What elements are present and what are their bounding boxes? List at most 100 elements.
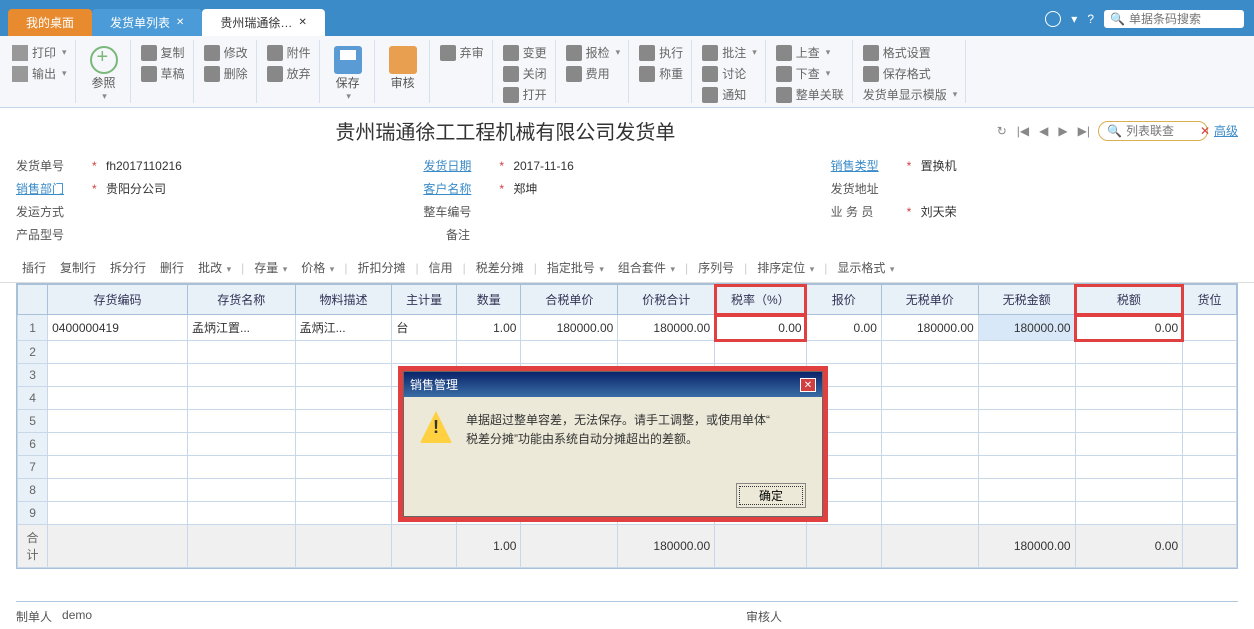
refresh-icon[interactable]: ↻ — [995, 122, 1009, 140]
batch-edit-button[interactable]: 批改 — [192, 257, 237, 278]
col-rate[interactable]: 税率（%） — [715, 285, 806, 315]
cust-label[interactable]: 客户名称 — [423, 180, 493, 197]
advanced-link[interactable]: 高级 — [1214, 122, 1238, 139]
up-button[interactable]: 上查 — [772, 42, 848, 63]
dialog-ok-button[interactable]: 确定 — [736, 483, 806, 508]
draft-button[interactable]: 草稿 — [137, 63, 189, 84]
last-icon[interactable]: ▶| — [1076, 122, 1092, 140]
table-row[interactable]: 2 — [18, 341, 1237, 364]
col-loc[interactable]: 货位 — [1183, 285, 1237, 315]
serial-button[interactable]: 序列号 — [692, 257, 740, 278]
col-quote[interactable]: 报价 — [806, 285, 881, 315]
col-tax[interactable]: 税额 — [1075, 285, 1183, 315]
cust-value[interactable]: 郑坤 — [513, 180, 537, 197]
exec-button[interactable]: 执行 — [635, 42, 687, 63]
reference-button[interactable]: 参照 — [82, 42, 126, 106]
ship-label: 发运方式 — [16, 203, 86, 220]
tax-diff-button[interactable]: 税差分摊 — [470, 257, 530, 278]
tab-list[interactable]: 发货单列表✕ — [92, 9, 202, 36]
ribbon-toolbar: 打印 输出 参照 复制 草稿 修改 删除 附件 放弃 保存 审核 弃审 变更 关… — [0, 36, 1254, 108]
open-button[interactable]: 打开 — [499, 84, 551, 105]
change-button[interactable]: 变更 — [499, 42, 551, 63]
auditor-label: 审核人 — [746, 608, 782, 625]
save-button[interactable]: 保存 — [326, 42, 370, 106]
search-icon: 🔍 — [1110, 12, 1125, 26]
next-icon[interactable]: ▶ — [1056, 122, 1069, 140]
credit-button[interactable]: 信用 — [423, 257, 459, 278]
close-button[interactable]: 关闭 — [499, 63, 551, 84]
approve-button[interactable]: 批注 — [698, 42, 761, 63]
barcode-search-input[interactable] — [1129, 12, 1229, 26]
remark-label: 备注 — [446, 226, 516, 243]
close-icon[interactable]: ✕ — [298, 17, 306, 28]
prod-label: 产品型号 — [16, 226, 86, 243]
tab-current[interactable]: 贵州瑞通徐…✕ — [202, 9, 324, 36]
veh-label: 整车编号 — [423, 203, 493, 220]
notify-button[interactable]: 通知 — [698, 84, 761, 105]
close-all-button[interactable]: 整单关联 — [772, 84, 848, 105]
table-row[interactable]: 1 0400000419 孟炳江置... 孟炳江... 台 1.00 18000… — [18, 315, 1237, 341]
dialog-close-button[interactable]: ✕ — [800, 378, 816, 392]
weigh-button[interactable]: 称重 — [635, 63, 687, 84]
deaudit-button[interactable]: 弃审 — [436, 42, 488, 63]
batch-no-button[interactable]: 指定批号 — [541, 257, 610, 278]
sale-type-label[interactable]: 销售类型 — [831, 157, 901, 174]
discuss-button[interactable]: 讨论 — [698, 63, 761, 84]
close-icon[interactable]: ✕ — [176, 17, 184, 28]
sort-button[interactable]: 排序定位 — [751, 257, 820, 278]
table-toolbar: 插行 复制行 拆分行 删行 批改 | 存量 价格 | 折扣分摊 | 信用 | 税… — [0, 253, 1254, 283]
output-button[interactable]: 输出 — [8, 63, 71, 84]
help-icon[interactable]: ? — [1087, 12, 1094, 26]
split-row-button[interactable]: 拆分行 — [104, 257, 152, 278]
modal-highlight: 销售管理 ✕ 单据超过整单容差，无法保存。请手工调整，或使用单体“ 税差分摊”功… — [398, 366, 828, 522]
smile-icon[interactable] — [1045, 11, 1061, 27]
audit-button[interactable]: 审核 — [381, 42, 425, 95]
dropdown-icon[interactable]: ▾ — [1071, 12, 1077, 26]
col-code[interactable]: 存货编码 — [48, 285, 188, 315]
attach-button[interactable]: 附件 — [263, 42, 315, 63]
tab-desktop[interactable]: 我的桌面 — [8, 9, 92, 36]
clear-icon[interactable]: ✕ — [1200, 124, 1210, 138]
delete-button[interactable]: 删除 — [200, 63, 252, 84]
fee-button[interactable]: 费用 — [562, 63, 625, 84]
doc-no-value[interactable]: fh2017110216 — [106, 159, 182, 173]
col-amount[interactable]: 无税金额 — [978, 285, 1075, 315]
insert-row-button[interactable]: 插行 — [16, 257, 52, 278]
sale-type-value[interactable]: 置换机 — [921, 157, 957, 174]
list-search[interactable]: 🔍 ✕ — [1098, 121, 1208, 141]
barcode-search[interactable]: 🔍 — [1104, 10, 1244, 28]
date-label[interactable]: 发货日期 — [423, 157, 493, 174]
col-name[interactable]: 存货名称 — [187, 285, 295, 315]
stock-button[interactable]: 存量 — [248, 257, 293, 278]
copy-row-button[interactable]: 复制行 — [54, 257, 102, 278]
col-desc[interactable]: 物料描述 — [295, 285, 392, 315]
format-button[interactable]: 格式设置 — [859, 42, 962, 63]
dept-label[interactable]: 销售部门 — [16, 180, 86, 197]
col-price[interactable]: 无税单价 — [881, 285, 978, 315]
first-icon[interactable]: |◀ — [1015, 122, 1031, 140]
sales-value[interactable]: 刘天荣 — [921, 203, 957, 220]
recheck-button[interactable]: 报检 — [562, 42, 625, 63]
print-button[interactable]: 打印 — [8, 42, 71, 63]
price-button[interactable]: 价格 — [295, 257, 340, 278]
save-format-button[interactable]: 保存格式 — [859, 63, 962, 84]
delete-row-button[interactable]: 删行 — [154, 257, 190, 278]
dept-value[interactable]: 贵阳分公司 — [106, 180, 166, 197]
discount-button[interactable]: 折扣分摊 — [351, 257, 411, 278]
down-button[interactable]: 下查 — [772, 63, 848, 84]
warning-icon — [420, 411, 452, 443]
copy-button[interactable]: 复制 — [137, 42, 189, 63]
error-dialog: 销售管理 ✕ 单据超过整单容差，无法保存。请手工调整，或使用单体“ 税差分摊”功… — [403, 371, 823, 517]
abandon-button[interactable]: 放弃 — [263, 63, 315, 84]
list-search-input[interactable] — [1126, 124, 1196, 138]
combo-button[interactable]: 组合套件 — [612, 257, 681, 278]
modify-button[interactable]: 修改 — [200, 42, 252, 63]
col-price-tax[interactable]: 合税单价 — [521, 285, 618, 315]
display-template-button[interactable]: 发货单显示模版 — [859, 84, 962, 105]
col-total-tax[interactable]: 价税合计 — [618, 285, 715, 315]
col-unit[interactable]: 主计量 — [392, 285, 457, 315]
date-value[interactable]: 2017-11-16 — [513, 159, 574, 173]
display-fmt-button[interactable]: 显示格式 — [831, 257, 900, 278]
col-qty[interactable]: 数量 — [456, 285, 521, 315]
prev-icon[interactable]: ◀ — [1037, 122, 1050, 140]
